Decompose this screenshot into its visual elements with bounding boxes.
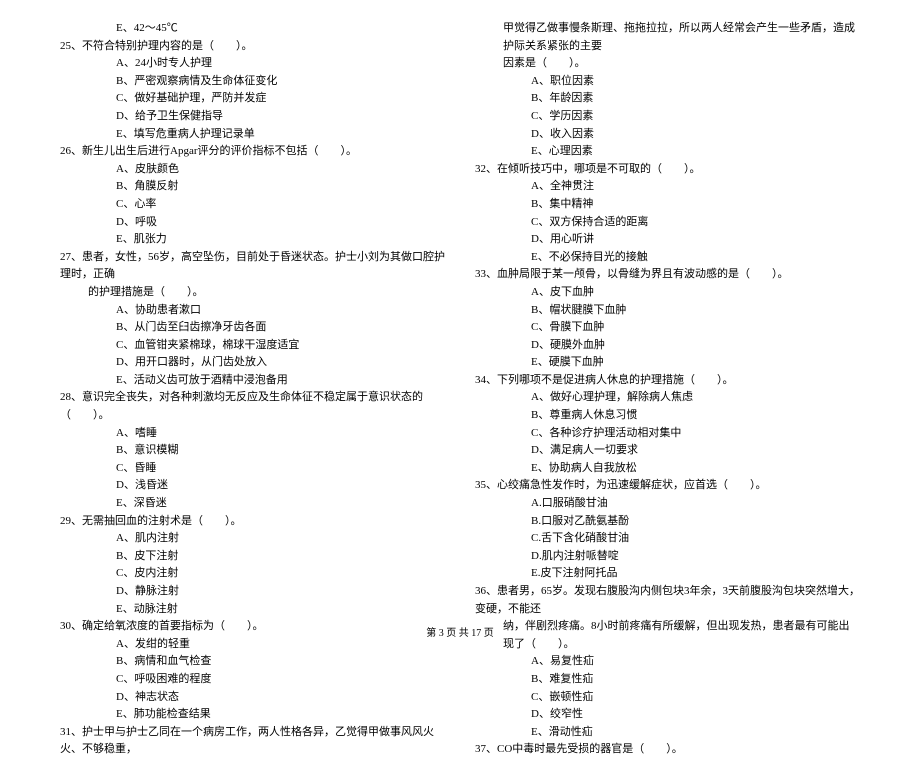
question-32-options: A、全神贯注 B、集中精神 C、双方保持合适的距离 D、用心听讲 E、不必保持目… bbox=[475, 178, 860, 266]
option-c: C、嵌顿性疝 bbox=[531, 689, 860, 707]
option-d: D、呼吸 bbox=[116, 214, 445, 232]
option-e: E、深昏迷 bbox=[116, 495, 445, 513]
option-d: D、用开口器时，从门齿处放入 bbox=[116, 354, 445, 372]
option-b: B.口服对乙酰氨基酚 bbox=[531, 513, 860, 531]
question-29-stem: 29、无需抽回血的注射术是（ ）。 bbox=[60, 513, 445, 531]
option-a: A、做好心理护理，解除病人焦虑 bbox=[531, 389, 860, 407]
option-b: B、从门齿至臼齿擦净牙齿各面 bbox=[116, 319, 445, 337]
option-a: A、全神贯注 bbox=[531, 178, 860, 196]
option-c: C、学历因素 bbox=[531, 108, 860, 126]
question-32-stem: 32、在倾听技巧中，哪项是不可取的（ ）。 bbox=[475, 161, 860, 179]
question-29-options: A、肌内注射 B、皮下注射 C、皮内注射 D、静脉注射 E、动脉注射 bbox=[60, 530, 445, 618]
option-a: A、24小时专人护理 bbox=[116, 55, 445, 73]
question-26-stem: 26、新生儿出生后进行Apgar评分的评价指标不包括（ ）。 bbox=[60, 143, 445, 161]
question-26-options: A、皮肤颜色 B、角膜反射 C、心率 D、呼吸 E、肌张力 bbox=[60, 161, 445, 249]
option-e: E、协助病人自我放松 bbox=[531, 460, 860, 478]
left-column: E、42～45℃ 25、不符合特别护理内容的是（ ）。 A、24小时专人护理 B… bbox=[60, 20, 445, 590]
option-b: B、皮下注射 bbox=[116, 548, 445, 566]
option-c: C、血管钳夹紧棉球，棉球干湿度适宜 bbox=[116, 337, 445, 355]
option-b: B、年龄因素 bbox=[531, 90, 860, 108]
option-b: B、病情和血气检查 bbox=[116, 653, 445, 671]
option-b: B、帽状腱膜下血肿 bbox=[531, 302, 860, 320]
option-b: B、难复性疝 bbox=[531, 671, 860, 689]
option-a: A、皮肤颜色 bbox=[116, 161, 445, 179]
question-31-stem: 31、护士甲与护士乙同在一个病房工作，两人性格各异，乙觉得甲做事风风火火、不够稳… bbox=[60, 724, 445, 759]
question-37-stem: 37、CO中毒时最先受损的器官是（ ）。 bbox=[475, 741, 860, 759]
question-34-stem: 34、下列哪项不是促进病人休息的护理措施（ ）。 bbox=[475, 372, 860, 390]
option-c: C、皮内注射 bbox=[116, 565, 445, 583]
option-c: C.舌下含化硝酸甘油 bbox=[531, 530, 860, 548]
option-d: D、用心听讲 bbox=[531, 231, 860, 249]
option-d: D、神志状态 bbox=[116, 689, 445, 707]
option-c: C、各种诊疗护理活动相对集中 bbox=[531, 425, 860, 443]
right-column: 甲觉得乙做事慢条斯理、拖拖拉拉，所以两人经常会产生一些矛盾，造成护际关系紧张的主… bbox=[475, 20, 860, 590]
option-d: D、收入因素 bbox=[531, 126, 860, 144]
question-27-stem-cont: 的护理措施是（ ）。 bbox=[60, 284, 445, 302]
option-c: C、骨膜下血肿 bbox=[531, 319, 860, 337]
option-d: D、给予卫生保健指导 bbox=[116, 108, 445, 126]
question-25-stem: 25、不符合特别护理内容的是（ ）。 bbox=[60, 38, 445, 56]
option-e: E、硬膜下血肿 bbox=[531, 354, 860, 372]
question-34-options: A、做好心理护理，解除病人焦虑 B、尊重病人休息习惯 C、各种诊疗护理活动相对集… bbox=[475, 389, 860, 477]
question-27-stem: 27、患者，女性，56岁，高空坠伤，目前处于昏迷状态。护士小刘为其做口腔护理时，… bbox=[60, 249, 445, 284]
option-d: D、满足病人一切要求 bbox=[531, 442, 860, 460]
option-e: E、心理因素 bbox=[531, 143, 860, 161]
question-36-stem: 36、患者男，65岁。发现右腹股沟内侧包块3年余，3天前腹股沟包块突然增大，变硬… bbox=[475, 583, 860, 618]
prev-question-option-e: E、42～45℃ bbox=[60, 20, 445, 38]
option-e: E、不必保持目光的接触 bbox=[531, 249, 860, 267]
question-25-options: A、24小时专人护理 B、严密观察病情及生命体征变化 C、做好基础护理，严防并发… bbox=[60, 55, 445, 143]
option-e: E、动脉注射 bbox=[116, 601, 445, 619]
question-33-stem: 33、血肿局限于某一颅骨，以骨缝为界且有波动感的是（ ）。 bbox=[475, 266, 860, 284]
option-a: A、易复性疝 bbox=[531, 653, 860, 671]
option-e: E、填写危重病人护理记录单 bbox=[116, 126, 445, 144]
option-a: A、协助患者漱口 bbox=[116, 302, 445, 320]
question-35-options: A.口服硝酸甘油 B.口服对乙酰氨基酚 C.舌下含化硝酸甘油 D.肌内注射哌替啶… bbox=[475, 495, 860, 583]
option-a: A、职位因素 bbox=[531, 73, 860, 91]
question-28-stem: 28、意识完全丧失，对各种刺激均无反应及生命体征不稳定属于意识状态的（ ）。 bbox=[60, 389, 445, 424]
question-31-options: A、职位因素 B、年龄因素 C、学历因素 D、收入因素 E、心理因素 bbox=[475, 73, 860, 161]
option-b: B、角膜反射 bbox=[116, 178, 445, 196]
question-31-stem-cont2: 因素是（ ）。 bbox=[475, 55, 860, 73]
question-31-stem-cont1: 甲觉得乙做事慢条斯理、拖拖拉拉，所以两人经常会产生一些矛盾，造成护际关系紧张的主… bbox=[475, 20, 860, 55]
option-e: E、滑动性疝 bbox=[531, 724, 860, 742]
option-b: B、尊重病人休息习惯 bbox=[531, 407, 860, 425]
question-27-options: A、协助患者漱口 B、从门齿至臼齿擦净牙齿各面 C、血管钳夹紧棉球，棉球干湿度适… bbox=[60, 302, 445, 390]
question-35-stem: 35、心绞痛急性发作时，为迅速缓解症状，应首选（ ）。 bbox=[475, 477, 860, 495]
option-b: B、集中精神 bbox=[531, 196, 860, 214]
option-d: D、绞窄性 bbox=[531, 706, 860, 724]
option-a: A、嗜睡 bbox=[116, 425, 445, 443]
option-a: A、皮下血肿 bbox=[531, 284, 860, 302]
option-d: D、硬膜外血肿 bbox=[531, 337, 860, 355]
option-d: D.肌内注射哌替啶 bbox=[531, 548, 860, 566]
option-e: E、肌张力 bbox=[116, 231, 445, 249]
option-c: C、双方保持合适的距离 bbox=[531, 214, 860, 232]
page-footer: 第 3 页 共 17 页 bbox=[0, 626, 920, 642]
option-d: D、静脉注射 bbox=[116, 583, 445, 601]
option-e: E、活动义齿可放于酒精中浸泡备用 bbox=[116, 372, 445, 390]
option-e: E.皮下注射阿托品 bbox=[531, 565, 860, 583]
question-30-options: A、发绀的轻重 B、病情和血气检查 C、呼吸困难的程度 D、神志状态 E、肺功能… bbox=[60, 636, 445, 724]
option-b: B、严密观察病情及生命体征变化 bbox=[116, 73, 445, 91]
option-b: B、意识模糊 bbox=[116, 442, 445, 460]
option-e: E、肺功能检查结果 bbox=[116, 706, 445, 724]
question-28-options: A、嗜睡 B、意识模糊 C、昏睡 D、浅昏迷 E、深昏迷 bbox=[60, 425, 445, 513]
option-a: A、肌内注射 bbox=[116, 530, 445, 548]
option-d: D、浅昏迷 bbox=[116, 477, 445, 495]
option-c: C、心率 bbox=[116, 196, 445, 214]
option-c: C、呼吸困难的程度 bbox=[116, 671, 445, 689]
question-36-options: A、易复性疝 B、难复性疝 C、嵌顿性疝 D、绞窄性 E、滑动性疝 bbox=[475, 653, 860, 741]
option-c: C、昏睡 bbox=[116, 460, 445, 478]
question-33-options: A、皮下血肿 B、帽状腱膜下血肿 C、骨膜下血肿 D、硬膜外血肿 E、硬膜下血肿 bbox=[475, 284, 860, 372]
option-a: A.口服硝酸甘油 bbox=[531, 495, 860, 513]
option-c: C、做好基础护理，严防并发症 bbox=[116, 90, 445, 108]
